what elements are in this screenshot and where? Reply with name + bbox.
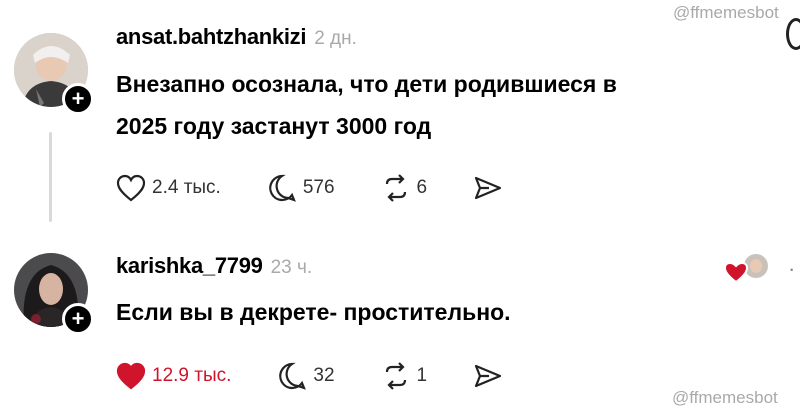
- more-dots-icon[interactable]: ·: [788, 256, 796, 282]
- post-time: 2 дн.: [314, 28, 357, 49]
- repost-button[interactable]: 1: [381, 362, 428, 390]
- more-icon[interactable]: [786, 18, 800, 50]
- thread-line: [49, 132, 52, 222]
- post-text-line-1: Внезапно осознала, что дети родившиеся в: [116, 71, 617, 97]
- comment-count: 32: [313, 365, 335, 386]
- reply-actions: 12.9 тыс. 32 1: [116, 361, 549, 391]
- comment-button[interactable]: 576: [267, 173, 335, 203]
- share-icon: [475, 176, 502, 200]
- comment-count: 576: [302, 177, 335, 198]
- comment-icon: [279, 362, 307, 390]
- share-button[interactable]: [473, 363, 503, 389]
- comment-icon: [269, 174, 296, 202]
- like-count: 2.4 тыс.: [152, 177, 221, 198]
- post-text: Внезапно осознала, что дети родившиеся в…: [116, 66, 617, 144]
- reply-avatar[interactable]: +: [14, 253, 94, 335]
- like-button[interactable]: 12.9 тыс.: [116, 362, 231, 390]
- post-header: ansat.bahtzhankizi 2 дн.: [116, 24, 357, 50]
- follow-plus-icon[interactable]: +: [62, 83, 94, 115]
- heart-icon: [116, 362, 146, 390]
- like-button[interactable]: 2.4 тыс.: [116, 174, 221, 202]
- post-text-line-2: 2025 году застанут 3000 год: [116, 113, 432, 139]
- post-actions: 2.4 тыс. 576 6: [116, 173, 549, 203]
- follow-plus-icon[interactable]: +: [62, 303, 94, 335]
- comment-button[interactable]: 32: [277, 361, 335, 391]
- share-button[interactable]: [473, 175, 503, 201]
- repost-icon: [385, 362, 406, 390]
- watermark-bottom: @ffmemesbot: [672, 388, 778, 407]
- reply-time: 23 ч.: [270, 257, 313, 278]
- reply-username[interactable]: karishka_7799: [116, 253, 263, 279]
- post-avatar[interactable]: +: [14, 33, 94, 115]
- post-username[interactable]: ansat.bahtzhankizi: [116, 24, 307, 50]
- repost-count: 1: [416, 365, 428, 386]
- reply-header: karishka_7799 23 ч.: [116, 253, 312, 279]
- heart-icon: [116, 174, 146, 202]
- repost-button[interactable]: 6: [381, 174, 428, 202]
- watermark-top: @ffmemesbot: [673, 3, 779, 22]
- repost-icon: [385, 174, 406, 202]
- repost-count: 6: [416, 177, 428, 198]
- liked-by-author-icon: [722, 252, 770, 286]
- like-count: 12.9 тыс.: [152, 365, 232, 386]
- share-icon: [475, 364, 502, 388]
- reply-text: Если вы в декрете- простительно.: [116, 299, 511, 325]
